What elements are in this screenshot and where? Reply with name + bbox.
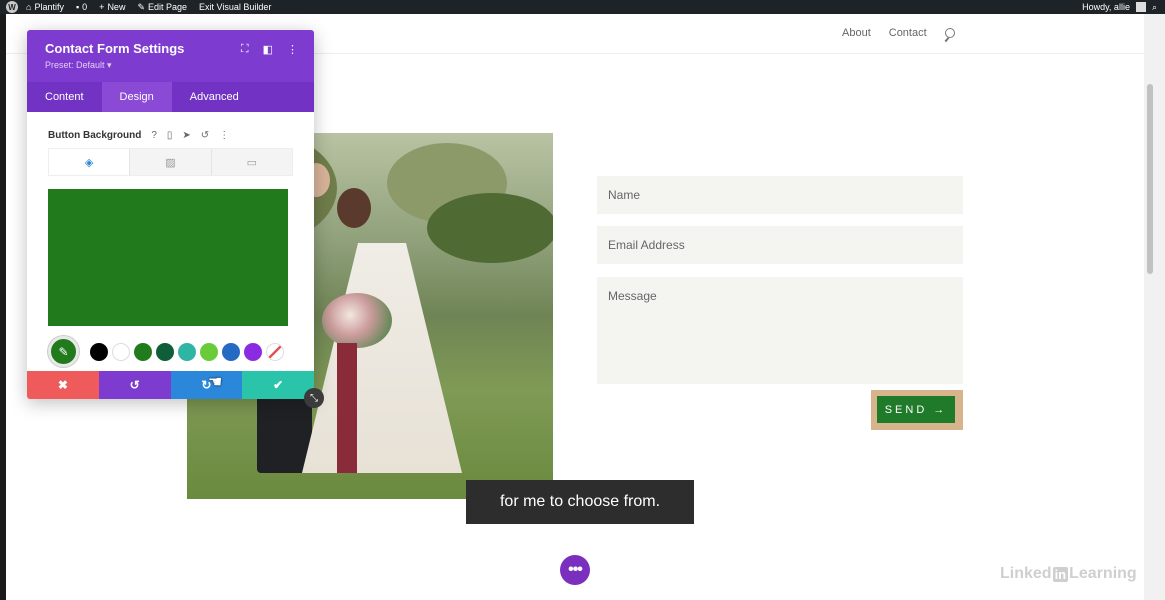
color-swatch[interactable] <box>178 342 196 361</box>
nav-contact[interactable]: Contact <box>889 27 927 39</box>
no-color-swatch-icon[interactable] <box>266 342 284 361</box>
button-background-option: Button Background ? ▯ ➤ ↺ ⋮ <box>48 128 293 142</box>
color-swatch[interactable] <box>222 342 240 361</box>
scrollbar-thumb[interactable] <box>1147 84 1153 274</box>
search-icon[interactable] <box>944 28 955 38</box>
bride-dress <box>302 243 462 473</box>
panel-actions: ✖ ↺ ↻ ✔ <box>27 371 314 399</box>
color-swatches: ✎ <box>48 336 293 367</box>
gradient-icon: ▨ <box>165 156 176 169</box>
resize-handle-icon[interactable]: ⤡ <box>304 388 324 408</box>
paint-bucket-icon: ◈ <box>84 156 94 169</box>
panel-header[interactable]: Contact Form Settings Preset: Default ▾ … <box>27 30 314 82</box>
edit-page-link[interactable]: ✎ Edit Page <box>137 2 187 13</box>
plus-icon: + <box>99 2 105 12</box>
discard-button[interactable]: ✖ <box>27 371 99 399</box>
linkedin-learning-watermark: Linked in Learning <box>1000 565 1137 582</box>
color-preview[interactable] <box>48 189 288 326</box>
option-label: Button Background <box>48 129 142 141</box>
site-name-link[interactable]: ⌂ Plantify <box>26 2 64 12</box>
hover-cursor-icon[interactable]: ➤ <box>182 130 190 141</box>
comment-icon: ▪ <box>75 2 80 12</box>
color-swatch[interactable] <box>134 342 152 361</box>
bride-head <box>337 188 371 228</box>
color-swatch[interactable] <box>244 342 262 361</box>
eyedropper-icon[interactable]: ✎ <box>48 336 79 367</box>
bouquet <box>322 293 392 348</box>
background-type-tabs: ◈ ▨ ▭ <box>48 148 293 176</box>
contact-form-settings-panel: Contact Form Settings Preset: Default ▾ … <box>27 30 314 399</box>
tab-content[interactable]: Content <box>27 82 102 112</box>
tab-design[interactable]: Design <box>101 82 172 112</box>
preset-dropdown[interactable]: Preset: Default ▾ <box>45 60 296 71</box>
color-swatch[interactable] <box>200 342 218 361</box>
pencil-icon: ✎ <box>137 1 145 12</box>
save-button[interactable]: ✔ <box>242 371 314 399</box>
color-fill-tab[interactable]: ◈ <box>49 149 130 175</box>
undo-icon: ↺ <box>129 378 140 392</box>
hand-cursor-icon: ☚ <box>208 374 223 391</box>
nav-about[interactable]: About <box>842 27 871 39</box>
reset-icon[interactable]: ↺ <box>201 130 209 141</box>
scrollbar[interactable] <box>1144 14 1165 600</box>
new-link[interactable]: + New <box>99 2 125 12</box>
image-tab[interactable]: ▭ <box>210 149 292 175</box>
more-options-button[interactable]: ••• <box>560 555 590 585</box>
wordpress-logo-icon[interactable]: W <box>6 1 18 13</box>
admin-search-icon[interactable]: ⌕ <box>1152 2 1157 13</box>
help-icon[interactable]: ? <box>151 130 157 141</box>
name-field[interactable]: Name <box>597 176 963 214</box>
more-vertical-icon[interactable]: ⋮ <box>287 43 298 56</box>
main-nav: About Contact <box>842 27 955 39</box>
split-view-icon[interactable]: ◧ <box>263 43 273 56</box>
message-field[interactable]: Message <box>597 277 963 384</box>
dashboard-icon: ⌂ <box>26 2 32 12</box>
arrow-right-icon: → <box>933 403 948 416</box>
howdy-user-link[interactable]: Howdy, allie <box>1082 2 1130 12</box>
close-icon: ✖ <box>57 378 68 392</box>
undo-button[interactable]: ↺ <box>98 371 171 399</box>
exit-visual-builder-link[interactable]: Exit Visual Builder <box>199 2 271 12</box>
bouquet-ribbon <box>337 343 357 473</box>
send-label: SEND <box>884 403 928 416</box>
image-icon: ▭ <box>246 156 258 169</box>
checkmark-icon: ✔ <box>273 378 284 392</box>
expand-icon[interactable]: ⛶ <box>241 43 249 56</box>
gradient-tab[interactable]: ▨ <box>129 149 211 175</box>
mobile-icon[interactable]: ▯ <box>167 130 173 141</box>
panel-tabs: Content Design Advanced <box>27 82 314 112</box>
color-swatch[interactable] <box>112 342 130 361</box>
send-button[interactable]: SEND → <box>877 396 955 423</box>
option-more-icon[interactable]: ⋮ <box>219 130 229 141</box>
email-field[interactable]: Email Address <box>597 226 963 264</box>
video-subtitle: for me to choose from. <box>466 480 694 524</box>
color-swatch[interactable] <box>156 342 174 361</box>
comments-link[interactable]: ▪ 0 <box>76 2 87 12</box>
color-swatch[interactable] <box>90 342 108 361</box>
tab-advanced[interactable]: Advanced <box>172 82 257 112</box>
redo-button[interactable]: ↻ <box>170 371 243 399</box>
user-avatar[interactable] <box>1135 2 1146 12</box>
wp-admin-bar: W ⌂ Plantify ▪ 0 + New ✎ Edit Page Exit Visu… <box>0 0 1165 14</box>
